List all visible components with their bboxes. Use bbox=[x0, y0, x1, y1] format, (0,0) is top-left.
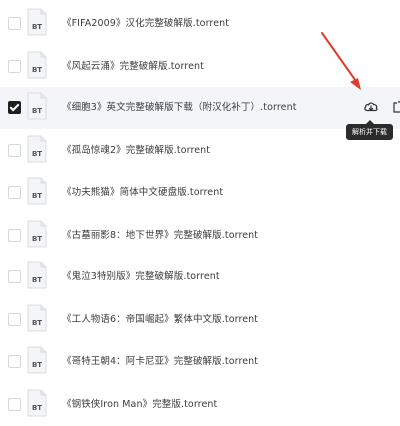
bt-file-icon: BT bbox=[27, 135, 47, 163]
row-checkbox[interactable] bbox=[8, 144, 21, 157]
bt-file-icon: BT bbox=[27, 389, 47, 417]
file-row[interactable]: BT 《古墓丽影8：地下世界》完整破解版.torrent bbox=[0, 215, 400, 257]
file-row[interactable]: BT 《风起云涌》完整破解版.torrent bbox=[0, 46, 400, 88]
row-checkbox-checked[interactable] bbox=[8, 101, 21, 114]
bt-label: BT bbox=[32, 404, 42, 412]
row-checkbox[interactable] bbox=[8, 60, 21, 73]
row-checkbox[interactable] bbox=[8, 270, 21, 283]
bt-file-icon: BT bbox=[27, 220, 47, 248]
bt-file-icon: BT bbox=[27, 177, 47, 205]
file-row[interactable]: BT 《孤岛惊魂2》完整破解版.torrent bbox=[0, 130, 400, 172]
row-checkbox[interactable] bbox=[8, 313, 21, 326]
bt-label: BT bbox=[32, 66, 42, 74]
file-row[interactable]: BT 《鬼泣3特别版》完整破解版.torrent bbox=[0, 256, 400, 298]
file-name[interactable]: 《鬼泣3特别版》完整破解版.torrent bbox=[62, 268, 220, 282]
row-checkbox[interactable] bbox=[8, 186, 21, 199]
row-actions bbox=[360, 96, 400, 120]
file-name[interactable]: 《钢铁侠Iron Man》完整版.torrent bbox=[62, 396, 217, 410]
row-checkbox[interactable] bbox=[8, 229, 21, 242]
download-tooltip: 解析并下载 bbox=[346, 120, 393, 140]
row-checkbox[interactable] bbox=[8, 355, 21, 368]
bt-label: BT bbox=[32, 319, 42, 327]
file-row[interactable]: BT 《钢铁侠Iron Man》完整版.torrent bbox=[0, 384, 400, 426]
row-checkbox[interactable] bbox=[8, 17, 21, 30]
bt-file-icon: BT bbox=[27, 346, 47, 374]
bt-label: BT bbox=[32, 107, 42, 115]
file-name[interactable]: 《哥特王朝4：阿卡尼亚》完整破解版.torrent bbox=[62, 353, 258, 367]
row-checkbox[interactable] bbox=[8, 398, 21, 411]
share-icon[interactable] bbox=[392, 96, 400, 118]
file-list: BT 《FIFA2009》汉化完整破解版.torrent BT 《风起云涌》完整… bbox=[0, 0, 400, 417]
file-row[interactable]: BT 《FIFA2009》汉化完整破解版.torrent bbox=[0, 3, 400, 45]
bt-label: BT bbox=[32, 192, 42, 200]
bt-file-icon: BT bbox=[27, 51, 47, 79]
file-row[interactable]: BT 《功夫熊猫》简体中文硬盘版.torrent bbox=[0, 172, 400, 214]
file-name[interactable]: 《功夫熊猫》简体中文硬盘版.torrent bbox=[62, 184, 223, 198]
cloud-download-icon[interactable] bbox=[360, 96, 382, 118]
bt-label: BT bbox=[32, 23, 42, 31]
file-name[interactable]: 《古墓丽影8：地下世界》完整破解版.torrent bbox=[62, 227, 258, 241]
file-name[interactable]: 《FIFA2009》汉化完整破解版.torrent bbox=[62, 15, 229, 29]
bt-label: BT bbox=[32, 361, 42, 369]
bt-file-icon: BT bbox=[27, 92, 47, 120]
file-name[interactable]: 《风起云涌》完整破解版.torrent bbox=[62, 58, 204, 72]
bt-file-icon: BT bbox=[27, 8, 47, 36]
file-row-selected[interactable]: BT 《细胞3》英文完整破解版下载（附汉化补丁）.torrent bbox=[0, 87, 400, 129]
file-row[interactable]: BT 《工人物语6：帝国崛起》繁体中文版.torrent bbox=[0, 299, 400, 341]
bt-label: BT bbox=[32, 276, 42, 284]
bt-file-icon: BT bbox=[27, 261, 47, 289]
file-name[interactable]: 《细胞3》英文完整破解版下载（附汉化补丁）.torrent bbox=[62, 99, 297, 113]
bt-label: BT bbox=[32, 235, 42, 243]
file-name[interactable]: 《孤岛惊魂2》完整破解版.torrent bbox=[62, 142, 210, 156]
file-row[interactable]: BT 《哥特王朝4：阿卡尼亚》完整破解版.torrent bbox=[0, 341, 400, 383]
file-name[interactable]: 《工人物语6：帝国崛起》繁体中文版.torrent bbox=[62, 311, 258, 325]
bt-file-icon: BT bbox=[27, 304, 47, 332]
bt-label: BT bbox=[32, 150, 42, 158]
